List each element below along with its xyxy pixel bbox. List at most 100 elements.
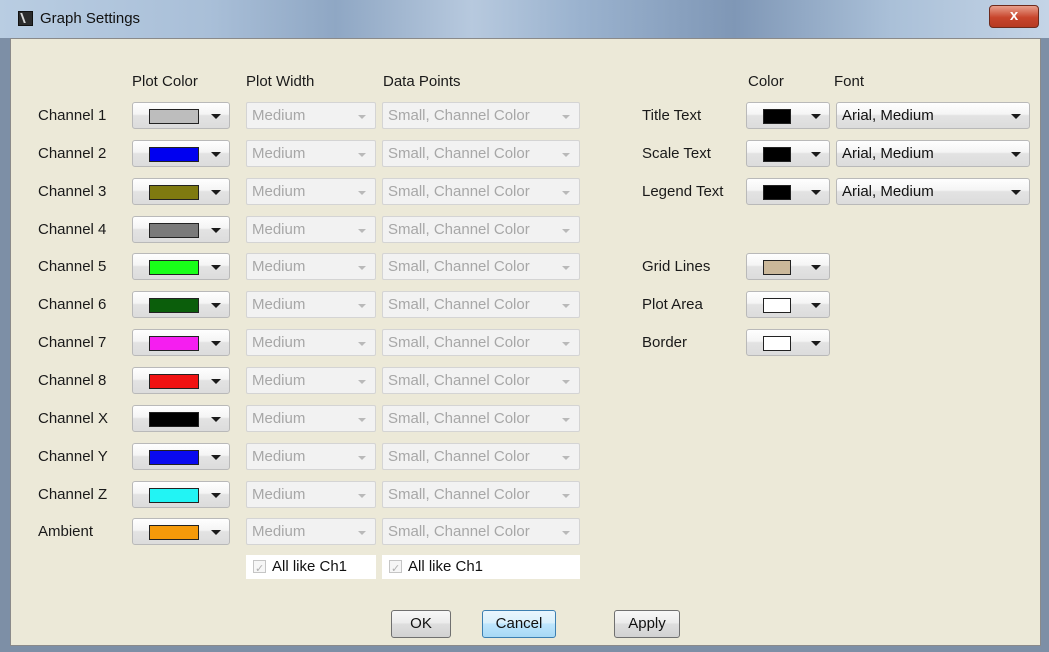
cancel-button[interactable]: Cancel (482, 610, 556, 638)
chevron-down-icon (358, 456, 366, 460)
chevron-down-icon (811, 265, 821, 270)
data-points-dropdown-channel-3[interactable]: Small, Channel Color (382, 178, 580, 205)
data-points-value: Small, Channel Color (388, 145, 530, 162)
channel-label-channel-8: Channel 8 (38, 372, 107, 389)
plot-width-value: Medium (252, 334, 306, 351)
chevron-down-icon (358, 266, 366, 270)
plot-color-dropdown-channel-z[interactable] (132, 481, 230, 508)
points-all-like-ch1-checkbox[interactable]: All like Ch1 (382, 555, 580, 581)
text-color-dropdown-legend-text[interactable] (746, 178, 830, 205)
chevron-down-icon (1011, 152, 1021, 157)
chevron-down-icon (811, 303, 821, 308)
plot-width-dropdown-ambient[interactable]: Medium (246, 518, 376, 545)
plot-width-value: Medium (252, 486, 306, 503)
color-swatch (149, 412, 199, 427)
text-color-dropdown-title-text[interactable] (746, 102, 830, 129)
text-label-title-text: Title Text (642, 107, 702, 124)
plot-width-value: Medium (252, 523, 306, 540)
channel-label-channel-1: Channel 1 (38, 107, 107, 124)
width-all-like-ch1-checkbox[interactable]: All like Ch1 (246, 555, 376, 581)
plot-color-dropdown-channel-5[interactable] (132, 253, 230, 280)
plot-width-value: Medium (252, 410, 306, 427)
channel-label-channel-6: Channel 6 (38, 296, 107, 313)
plot-width-value: Medium (252, 448, 306, 465)
text-label-legend-text: Legend Text (642, 183, 724, 200)
plot-width-dropdown-channel-1[interactable]: Medium (246, 102, 376, 129)
plot-width-dropdown-channel-4[interactable]: Medium (246, 216, 376, 243)
plot-color-dropdown-channel-8[interactable] (132, 367, 230, 394)
data-points-dropdown-channel-5[interactable]: Small, Channel Color (382, 253, 580, 280)
data-points-dropdown-channel-7[interactable]: Small, Channel Color (382, 329, 580, 356)
font-dropdown-legend-text[interactable]: Arial, Medium (836, 178, 1030, 205)
points-all-like-label: All like Ch1 (408, 558, 484, 575)
color-swatch (763, 336, 791, 351)
chevron-down-icon (211, 190, 221, 195)
color-swatch (763, 298, 791, 313)
chevron-down-icon (811, 341, 821, 346)
plot-width-value: Medium (252, 258, 306, 275)
plot-width-value: Medium (252, 372, 306, 389)
plot-color-dropdown-ambient[interactable] (132, 518, 230, 545)
chevron-down-icon (811, 114, 821, 119)
font-dropdown-scale-text[interactable]: Arial, Medium (836, 140, 1030, 167)
area-label-border: Border (642, 334, 688, 351)
plot-width-dropdown-channel-2[interactable]: Medium (246, 140, 376, 167)
data-points-dropdown-channel-4[interactable]: Small, Channel Color (382, 216, 580, 243)
color-swatch (763, 185, 791, 200)
plot-width-dropdown-channel-x[interactable]: Medium (246, 405, 376, 432)
font-value: Arial, Medium (842, 145, 934, 162)
plot-color-dropdown-channel-1[interactable] (132, 102, 230, 129)
plot-color-dropdown-channel-7[interactable] (132, 329, 230, 356)
chevron-down-icon (211, 530, 221, 535)
plot-color-dropdown-channel-y[interactable] (132, 443, 230, 470)
plot-width-value: Medium (252, 296, 306, 313)
plot-color-dropdown-channel-2[interactable] (132, 140, 230, 167)
chevron-down-icon (358, 115, 366, 119)
plot-width-dropdown-channel-y[interactable]: Medium (246, 443, 376, 470)
plot-width-dropdown-channel-8[interactable]: Medium (246, 367, 376, 394)
data-points-dropdown-channel-y[interactable]: Small, Channel Color (382, 443, 580, 470)
data-points-dropdown-channel-8[interactable]: Small, Channel Color (382, 367, 580, 394)
area-color-dropdown-grid-lines[interactable] (746, 253, 830, 280)
plot-width-dropdown-channel-z[interactable]: Medium (246, 481, 376, 508)
text-label-scale-text: Scale Text (642, 145, 711, 162)
plot-width-dropdown-channel-7[interactable]: Medium (246, 329, 376, 356)
chevron-down-icon (358, 191, 366, 195)
chevron-down-icon (211, 417, 221, 422)
data-points-dropdown-channel-z[interactable]: Small, Channel Color (382, 481, 580, 508)
header-data-points: Data Points (383, 73, 461, 90)
header-plot-color: Plot Color (132, 73, 198, 90)
channel-label-channel-4: Channel 4 (38, 221, 107, 238)
data-points-dropdown-channel-1[interactable]: Small, Channel Color (382, 102, 580, 129)
font-dropdown-title-text[interactable]: Arial, Medium (836, 102, 1030, 129)
area-color-dropdown-plot-area[interactable] (746, 291, 830, 318)
data-points-dropdown-channel-2[interactable]: Small, Channel Color (382, 140, 580, 167)
color-swatch (149, 488, 199, 503)
title-bar[interactable]: Graph Settings x (0, 0, 1049, 38)
data-points-value: Small, Channel Color (388, 410, 530, 427)
plot-width-dropdown-channel-3[interactable]: Medium (246, 178, 376, 205)
chevron-down-icon (562, 153, 570, 157)
chevron-down-icon (211, 114, 221, 119)
data-points-dropdown-channel-x[interactable]: Small, Channel Color (382, 405, 580, 432)
area-color-dropdown-border[interactable] (746, 329, 830, 356)
plot-color-dropdown-channel-x[interactable] (132, 405, 230, 432)
chevron-down-icon (211, 152, 221, 157)
color-swatch (149, 223, 199, 238)
chevron-down-icon (562, 494, 570, 498)
data-points-dropdown-ambient[interactable]: Small, Channel Color (382, 518, 580, 545)
text-color-dropdown-scale-text[interactable] (746, 140, 830, 167)
plot-width-dropdown-channel-6[interactable]: Medium (246, 291, 376, 318)
chevron-down-icon (1011, 114, 1021, 119)
color-swatch (149, 525, 199, 540)
plot-color-dropdown-channel-4[interactable] (132, 216, 230, 243)
plot-color-dropdown-channel-6[interactable] (132, 291, 230, 318)
close-button[interactable]: x (989, 5, 1039, 28)
font-value: Arial, Medium (842, 107, 934, 124)
plot-color-dropdown-channel-3[interactable] (132, 178, 230, 205)
apply-button[interactable]: Apply (614, 610, 680, 638)
plot-width-dropdown-channel-5[interactable]: Medium (246, 253, 376, 280)
ok-button[interactable]: OK (391, 610, 451, 638)
data-points-dropdown-channel-6[interactable]: Small, Channel Color (382, 291, 580, 318)
plot-width-value: Medium (252, 145, 306, 162)
